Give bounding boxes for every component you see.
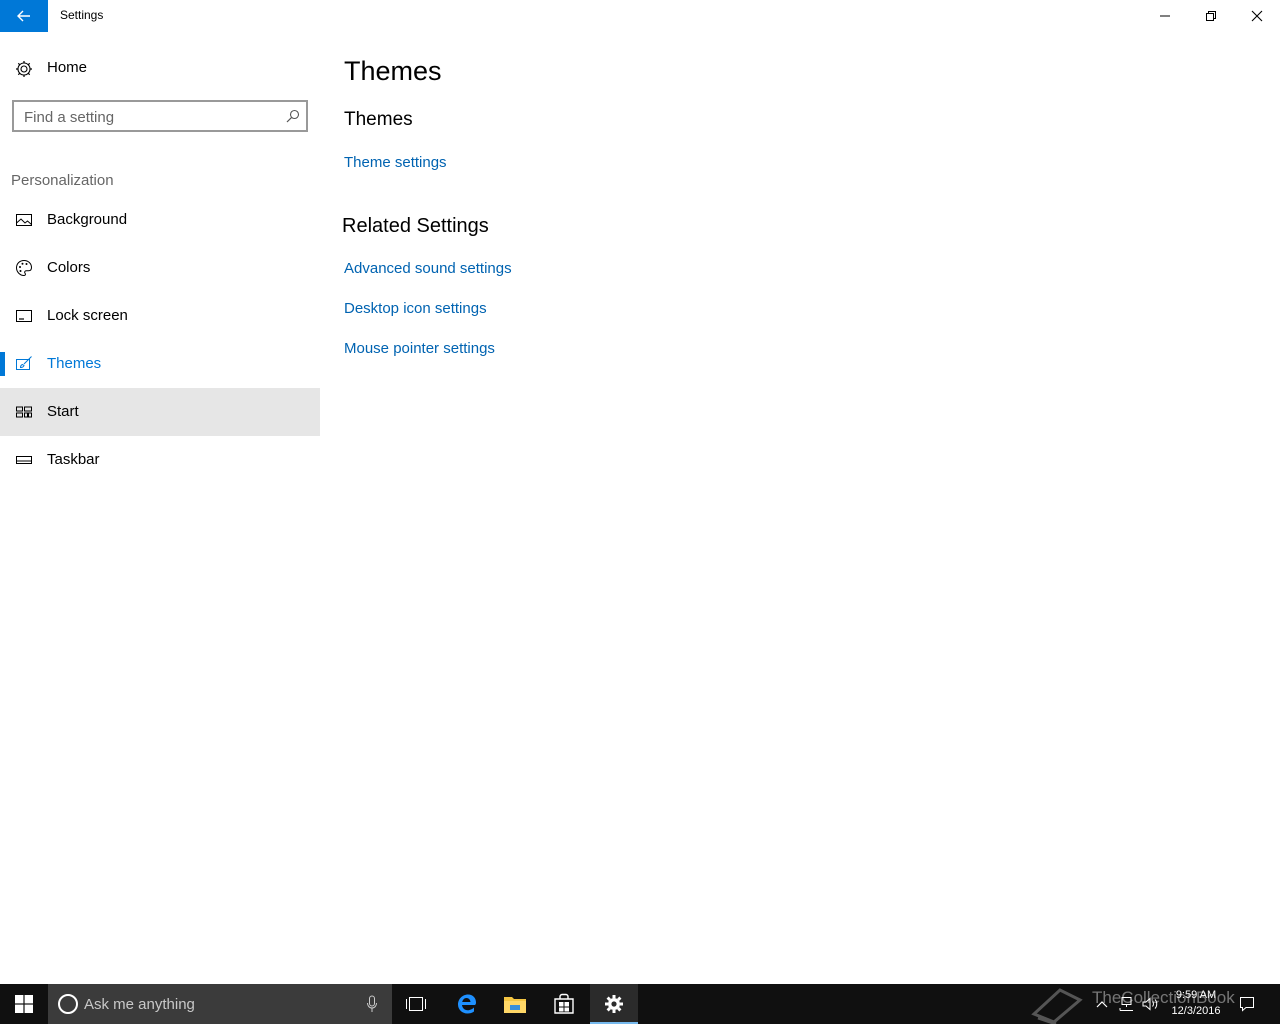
cortana-search-box[interactable] [48,984,392,1024]
gear-icon [16,61,32,77]
close-icon [1251,10,1263,22]
microphone-icon[interactable] [366,995,378,1013]
sidebar: Home Personalization Background Colors [0,32,320,984]
sidebar-item-label: Themes [47,355,102,372]
search-icon[interactable] [286,109,300,123]
close-button[interactable] [1234,0,1280,32]
sidebar-item-background[interactable]: Background [0,196,320,244]
taskbar: TheCollectionBook 9:59 AM 12/3/2016 [0,984,1280,1024]
clock-date: 12/3/2016 [1171,1005,1221,1017]
sidebar-item-lock-screen[interactable]: Lock screen [0,292,320,340]
search-input[interactable] [24,107,274,127]
section-label: Personalization [11,172,114,189]
back-button[interactable] [0,0,48,32]
settings-taskbar-button[interactable] [590,984,638,1024]
desktop-icon-settings-link[interactable]: Desktop icon settings [344,300,487,317]
title-bar: Settings [0,0,1280,32]
chevron-up-icon [1096,1001,1108,1008]
book-watermark-icon [1031,988,1083,1024]
restore-icon [1206,11,1216,21]
speaker-icon [1142,997,1158,1011]
sidebar-item-themes[interactable]: Themes [0,340,320,388]
store-button[interactable] [540,984,588,1024]
advanced-sound-settings-link[interactable]: Advanced sound settings [344,260,512,277]
edge-icon [458,994,476,1014]
minimize-icon [1160,15,1170,17]
selection-indicator [0,352,5,376]
sidebar-item-label: Colors [47,259,91,276]
clock-time: 9:59 AM [1175,989,1217,1001]
cortana-icon [58,994,78,1014]
restore-button[interactable] [1188,0,1234,32]
window-title: Settings [60,8,104,22]
main-content: Themes Themes Theme settings Related Set… [320,32,1280,984]
sidebar-item-label: Lock screen [47,307,128,324]
store-bag-icon [554,993,574,1014]
sidebar-item-start[interactable]: Start [0,388,320,436]
clock[interactable]: 9:59 AM 12/3/2016 [1164,987,1228,1019]
lock-screen-icon [16,310,32,322]
task-view-button[interactable] [392,984,440,1024]
taskbar-search-input[interactable] [84,994,344,1014]
page-title: Themes [344,56,442,86]
themes-heading: Themes [344,109,413,130]
search-box[interactable] [12,100,308,132]
sidebar-item-taskbar[interactable]: Taskbar [0,436,320,484]
file-explorer-button[interactable] [491,984,539,1024]
notification-icon [1240,997,1254,1012]
network-icon [1119,997,1133,1011]
back-arrow-icon [17,10,30,22]
sidebar-item-label: Start [47,403,79,420]
start-button[interactable] [0,984,48,1024]
sidebar-item-label: Background [47,211,128,228]
windows-logo-icon [15,995,33,1013]
theme-settings-link[interactable]: Theme settings [344,154,447,171]
picture-icon [16,214,32,226]
action-center-button[interactable] [1232,984,1262,1024]
related-settings-heading: Related Settings [342,215,489,237]
edge-browser-button[interactable] [443,984,491,1024]
mouse-pointer-settings-link[interactable]: Mouse pointer settings [344,340,495,357]
sidebar-item-colors[interactable]: Colors [0,244,320,292]
brush-icon [16,356,32,370]
sidebar-item-label: Taskbar [47,451,100,468]
home-nav-item[interactable]: Home [0,48,320,88]
minimize-button[interactable] [1142,0,1188,32]
gear-icon [605,995,623,1013]
show-hidden-icons-button[interactable] [1092,984,1112,1024]
folder-icon [504,997,526,1013]
volume-button[interactable] [1139,984,1163,1024]
home-label: Home [47,59,88,76]
network-button[interactable] [1114,984,1138,1024]
taskbar-icon [16,456,32,464]
start-tiles-icon [16,406,32,418]
task-view-icon [406,997,426,1011]
palette-icon [15,259,33,277]
